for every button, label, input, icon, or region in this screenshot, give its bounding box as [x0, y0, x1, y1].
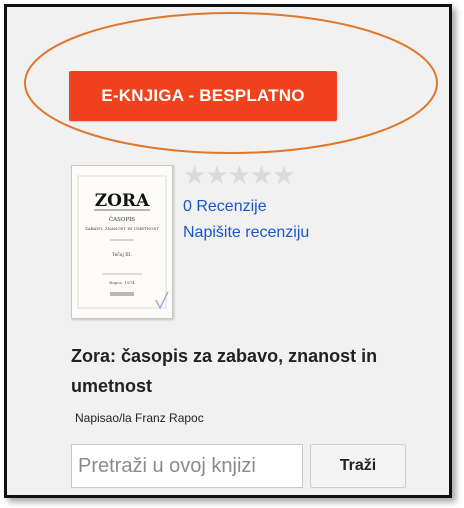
- book-cover-thumbnail[interactable]: ZORA ČASOPIS ZABAVO, ZNANOST IN UMETNOST…: [71, 165, 173, 319]
- cover-line2: Tečaj III.: [112, 251, 133, 258]
- ebook-free-button[interactable]: E-KNJIGA - BESPLATNO: [69, 71, 337, 121]
- search-button[interactable]: Traži: [310, 444, 406, 488]
- book-panel: E-KNJIGA - BESPLATNO ZORA ČASOPIS ZABAVO…: [4, 4, 452, 498]
- search-in-book-input[interactable]: [71, 444, 303, 488]
- book-title: Zora: časopis za zabavo, znanost in umet…: [71, 346, 378, 396]
- book-cover-art: ZORA ČASOPIS ZABAVO, ZNANOST IN UMETNOST…: [72, 166, 172, 318]
- cover-title: ZORA: [95, 191, 150, 211]
- rating-stars: ★★★★★: [183, 161, 296, 191]
- reviews-count-link[interactable]: 0 Recenzije: [183, 198, 267, 216]
- cover-line1: ZABAVO, ZNANOST IN UMETNOST: [85, 226, 159, 231]
- cover-line3: Rapoc, 1874: [109, 280, 135, 285]
- book-author: Napisao/la Franz Rapoc: [75, 411, 204, 425]
- write-review-link[interactable]: Napišite recenziju: [183, 224, 309, 242]
- cover-subtitle: ČASOPIS: [109, 215, 135, 223]
